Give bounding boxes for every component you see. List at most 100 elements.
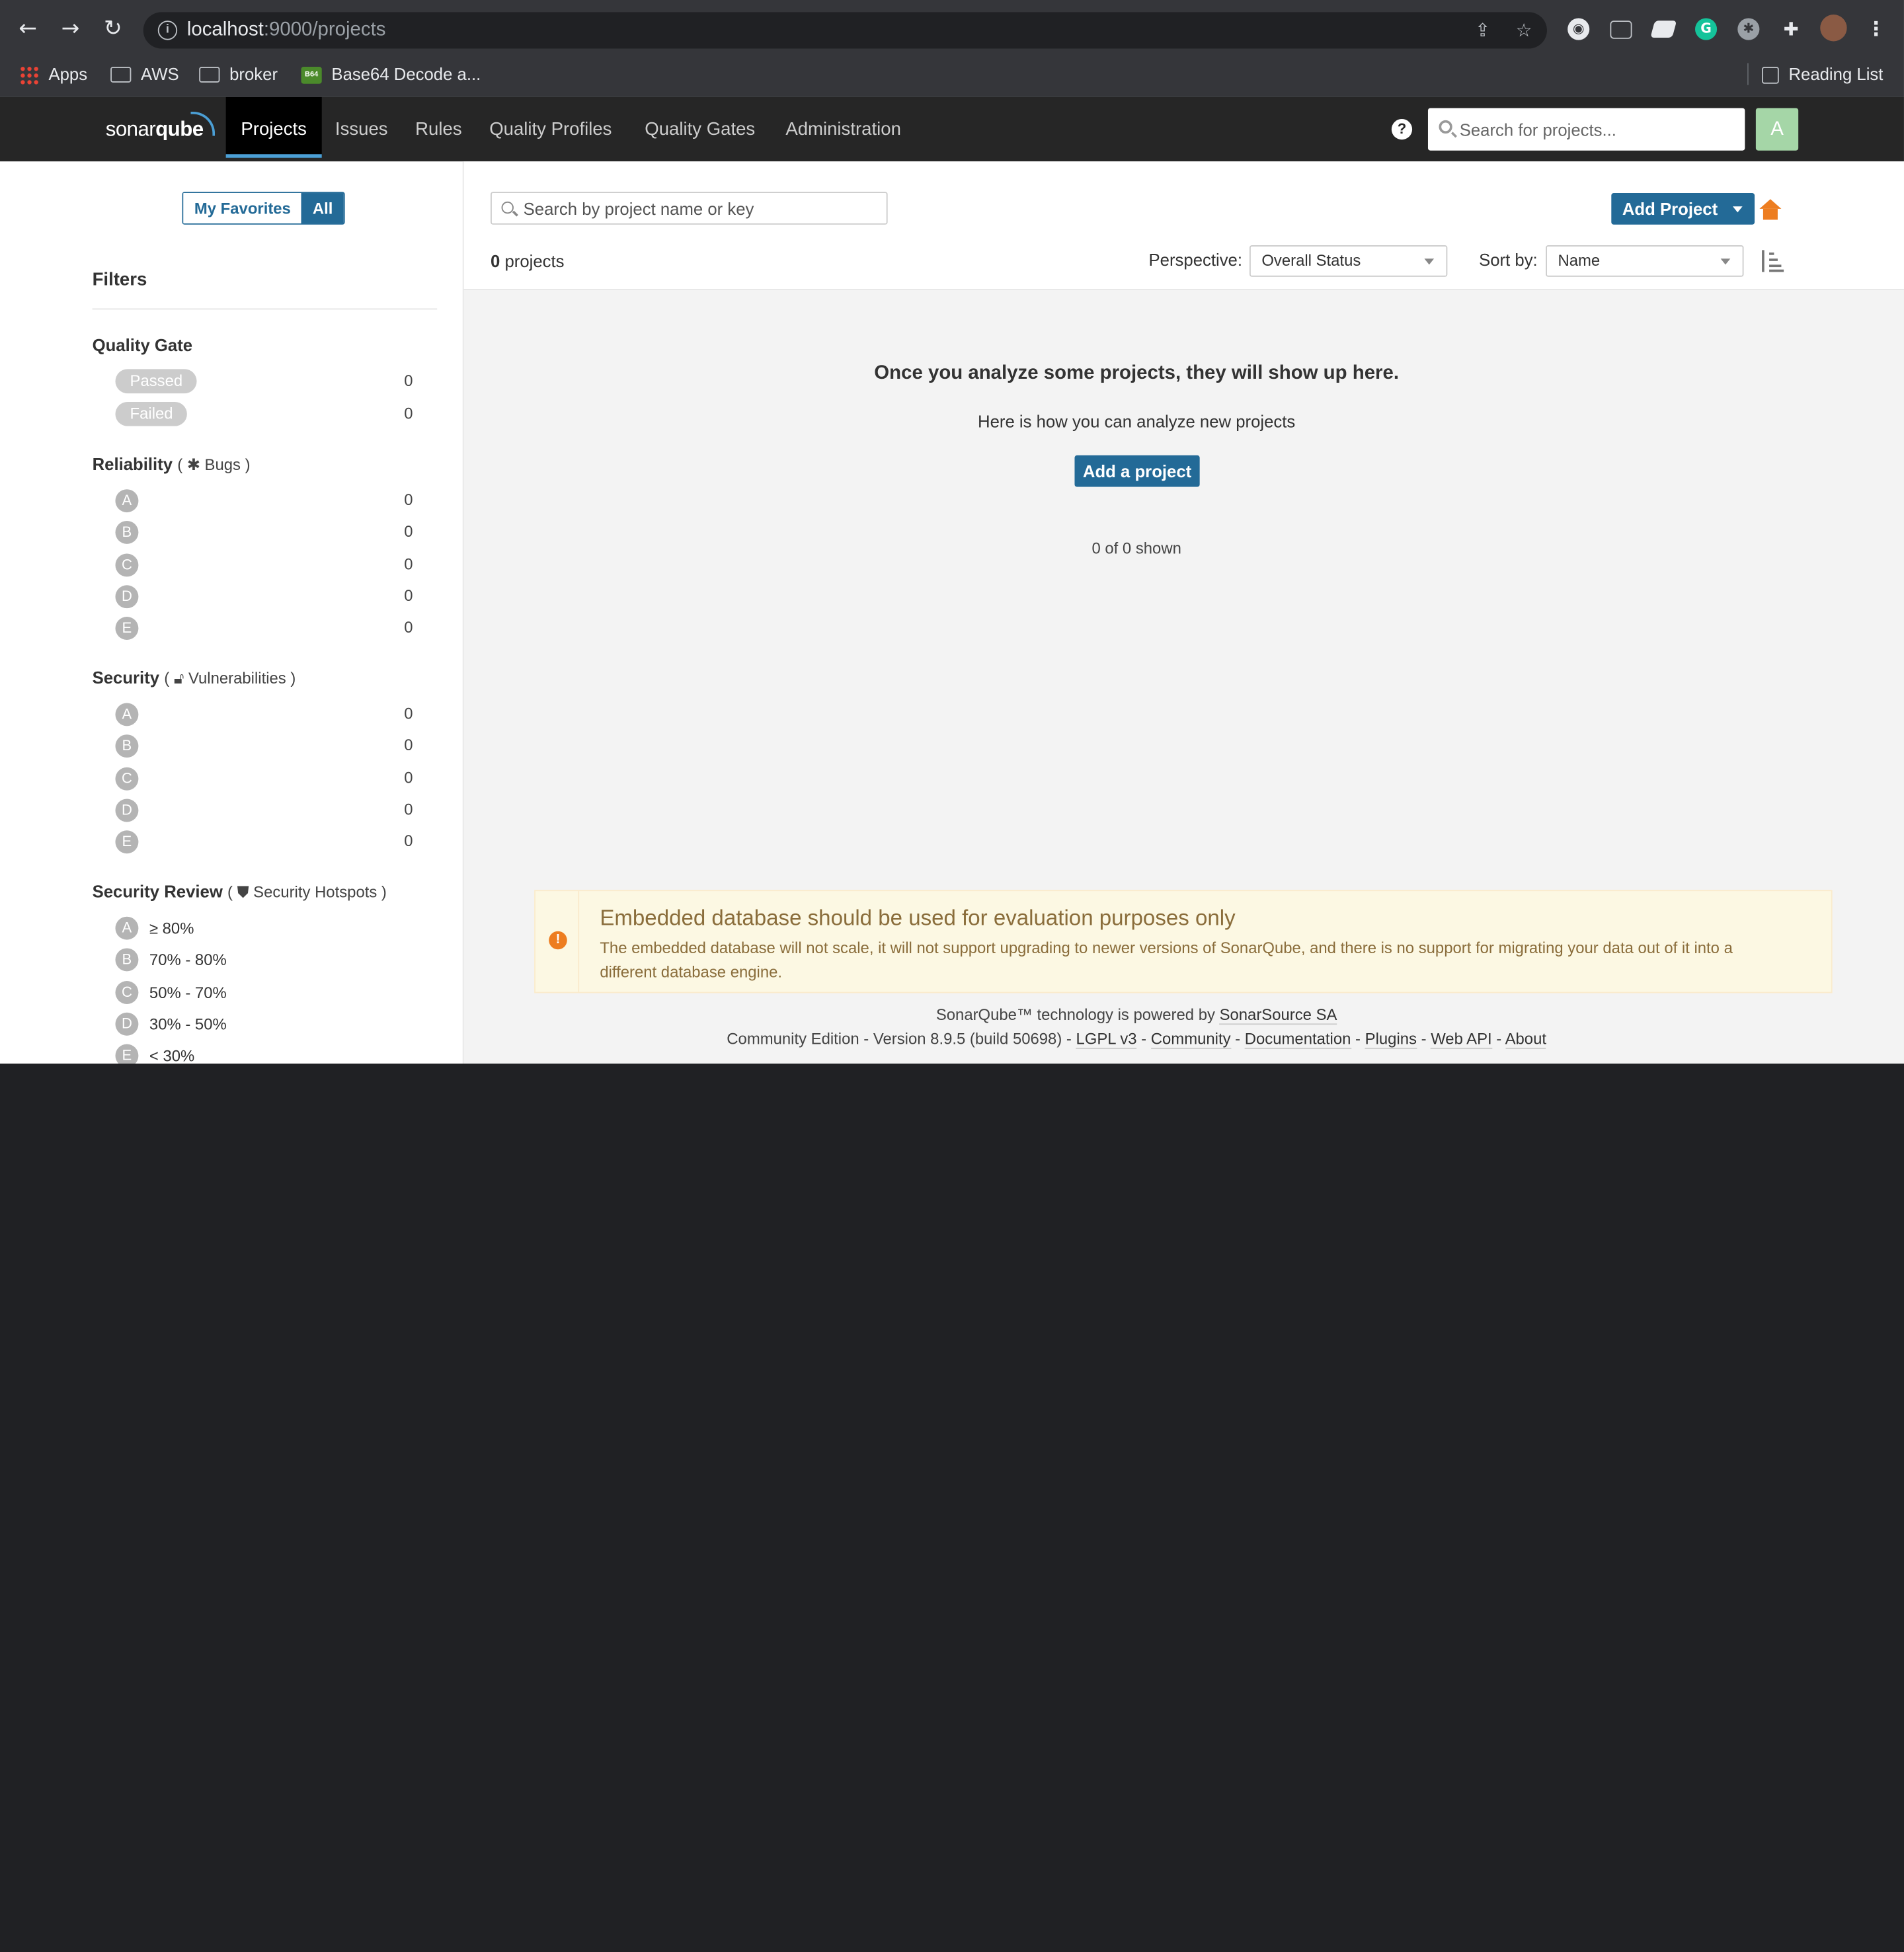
reading-list-button[interactable]: Reading List [1762,62,1883,87]
filter-count: 0 [404,618,413,637]
sort-order-icon[interactable] [1762,250,1784,272]
bookmark-broker[interactable]: broker [199,62,278,87]
divider [92,308,438,310]
camera-icon[interactable] [1610,20,1632,39]
lock-icon: 🔓︎ [173,669,184,687]
address-bar[interactable]: i localhost:9000/projects ⇪ ☆ [143,12,1547,49]
rating-b-filter[interactable]: B [115,521,139,545]
rating-a-filter[interactable]: A [115,703,139,726]
filters-title: Filters [92,269,147,290]
rating-b-filter[interactable]: B [115,949,139,972]
extension-icon[interactable]: ◉ [1567,18,1590,40]
warning-text: The embedded database will not scale, it… [600,938,1733,982]
filter-count: 0 [404,522,413,541]
filter-count: 0 [404,800,413,818]
apps-grid-icon [19,65,39,86]
bookmark-aws[interactable]: AWS [110,62,179,87]
web-api-link[interactable]: Web API [1431,1029,1492,1049]
bookmark-base64[interactable]: B64 Base64 Decode a... [301,62,481,87]
puzzle-icon[interactable]: ✚ [1780,19,1802,40]
empty-title: Once you analyze some projects, they wil… [874,363,1399,384]
site-info-icon[interactable]: i [157,20,178,40]
filter-failed[interactable]: Failed [115,401,188,426]
profile-avatar[interactable] [1820,15,1847,42]
shield-icon: ⛊ [237,882,249,901]
kebab-menu-icon[interactable]: ⋮ [1865,18,1887,40]
warning-icon: ! [549,931,567,950]
filters-sidebar: My Favorites All Filters Quality Gate Pa… [0,161,464,1064]
nav-administration[interactable]: Administration [785,97,901,158]
plugins-link[interactable]: Plugins [1365,1029,1417,1049]
documentation-link[interactable]: Documentation [1244,1029,1351,1049]
grammarly-icon[interactable]: G [1695,18,1718,40]
hotspot-range-label: 50% - 70% [149,982,227,1001]
filter-count: 0 [404,736,413,755]
forward-arrow-icon[interactable]: → [57,16,83,42]
divider [1747,63,1749,85]
projects-header: Add Project 0 projects Perspective: Over… [463,161,1904,290]
browser-toolbar: ← → ↻ i localhost:9000/projects ⇪ ☆ ◉ G … [0,0,1904,97]
nav-projects[interactable]: Projects [225,97,322,158]
bookmark-apps[interactable]: Apps [19,62,87,87]
my-favorites-button[interactable]: My Favorites [183,193,302,223]
add-a-project-button[interactable]: Add a project [1074,455,1200,487]
rating-c-filter[interactable]: C [115,767,139,790]
nav-quality-gates[interactable]: Quality Gates [645,97,755,158]
warning-title: Embedded database should be used for eva… [600,906,1236,930]
project-count: 0 projects [491,251,565,271]
projects-main: Add Project 0 projects Perspective: Over… [463,161,1904,1064]
all-button[interactable]: All [301,193,344,223]
filter-count: 0 [404,404,413,423]
community-link[interactable]: Community [1150,1029,1231,1049]
lgpl-link[interactable]: LGPL v3 [1076,1029,1137,1049]
nav-quality-profiles[interactable]: Quality Profiles [489,97,612,158]
rating-e-filter[interactable]: E [115,617,139,641]
sonarsource-link[interactable]: SonarSource SA [1219,1005,1337,1025]
about-link[interactable]: About [1505,1029,1547,1049]
rating-a-filter[interactable]: A [115,916,139,940]
bug-icon: ✱ [186,455,200,474]
add-project-button[interactable]: Add Project [1611,193,1755,225]
user-avatar[interactable]: A [1755,108,1799,151]
share-icon[interactable]: ⇪ [1472,19,1493,41]
rating-d-filter[interactable]: D [115,585,139,608]
back-arrow-icon[interactable]: ← [15,16,41,42]
filter-count: 0 [404,767,413,787]
global-search[interactable] [1427,108,1745,151]
empty-subtitle: Here is how you can analyze new projects [978,411,1296,432]
reload-icon[interactable]: ↻ [100,16,126,42]
rating-e-filter[interactable]: E [115,830,139,854]
nav-rules[interactable]: Rules [415,97,461,158]
home-icon[interactable] [1759,199,1782,221]
sort-select[interactable]: Name [1546,245,1744,277]
project-search[interactable] [491,192,888,225]
sonarqube-navbar: sonarqube Projects Issues Rules Quality … [0,97,1904,162]
perspective-select[interactable]: Overall Status [1249,245,1448,277]
rating-d-filter[interactable]: D [115,1012,139,1036]
nav-issues[interactable]: Issues [335,97,388,158]
rating-e-filter[interactable]: E [115,1044,139,1064]
extension-icon-2[interactable] [1650,20,1677,38]
b64-icon: B64 [301,67,322,85]
hotspot-range-label: < 30% [149,1046,195,1064]
rating-a-filter[interactable]: A [115,489,139,513]
rating-c-filter[interactable]: C [115,553,139,576]
sonarqube-logo[interactable]: sonarqube [106,118,204,142]
chevron-down-icon [1424,258,1435,265]
bookmark-star-icon[interactable]: ☆ [1513,19,1535,41]
chevron-down-icon [1732,206,1742,213]
rating-c-filter[interactable]: C [115,980,139,1004]
hotspot-range-label: 70% - 80% [149,951,227,970]
help-icon[interactable]: ? [1391,118,1413,140]
url-text[interactable]: localhost:9000/projects [187,19,386,41]
global-search-input[interactable] [1459,108,1739,151]
filter-passed[interactable]: Passed [115,369,198,394]
rating-b-filter[interactable]: B [115,734,139,758]
project-search-input[interactable] [523,193,882,223]
reading-list-icon [1762,67,1779,85]
chevron-down-icon [1720,258,1731,265]
extension-icon-3[interactable]: ✱ [1737,18,1760,40]
filter-count: 0 [404,490,413,509]
rating-d-filter[interactable]: D [115,799,139,822]
quality-gate-title: Quality Gate [92,334,193,355]
